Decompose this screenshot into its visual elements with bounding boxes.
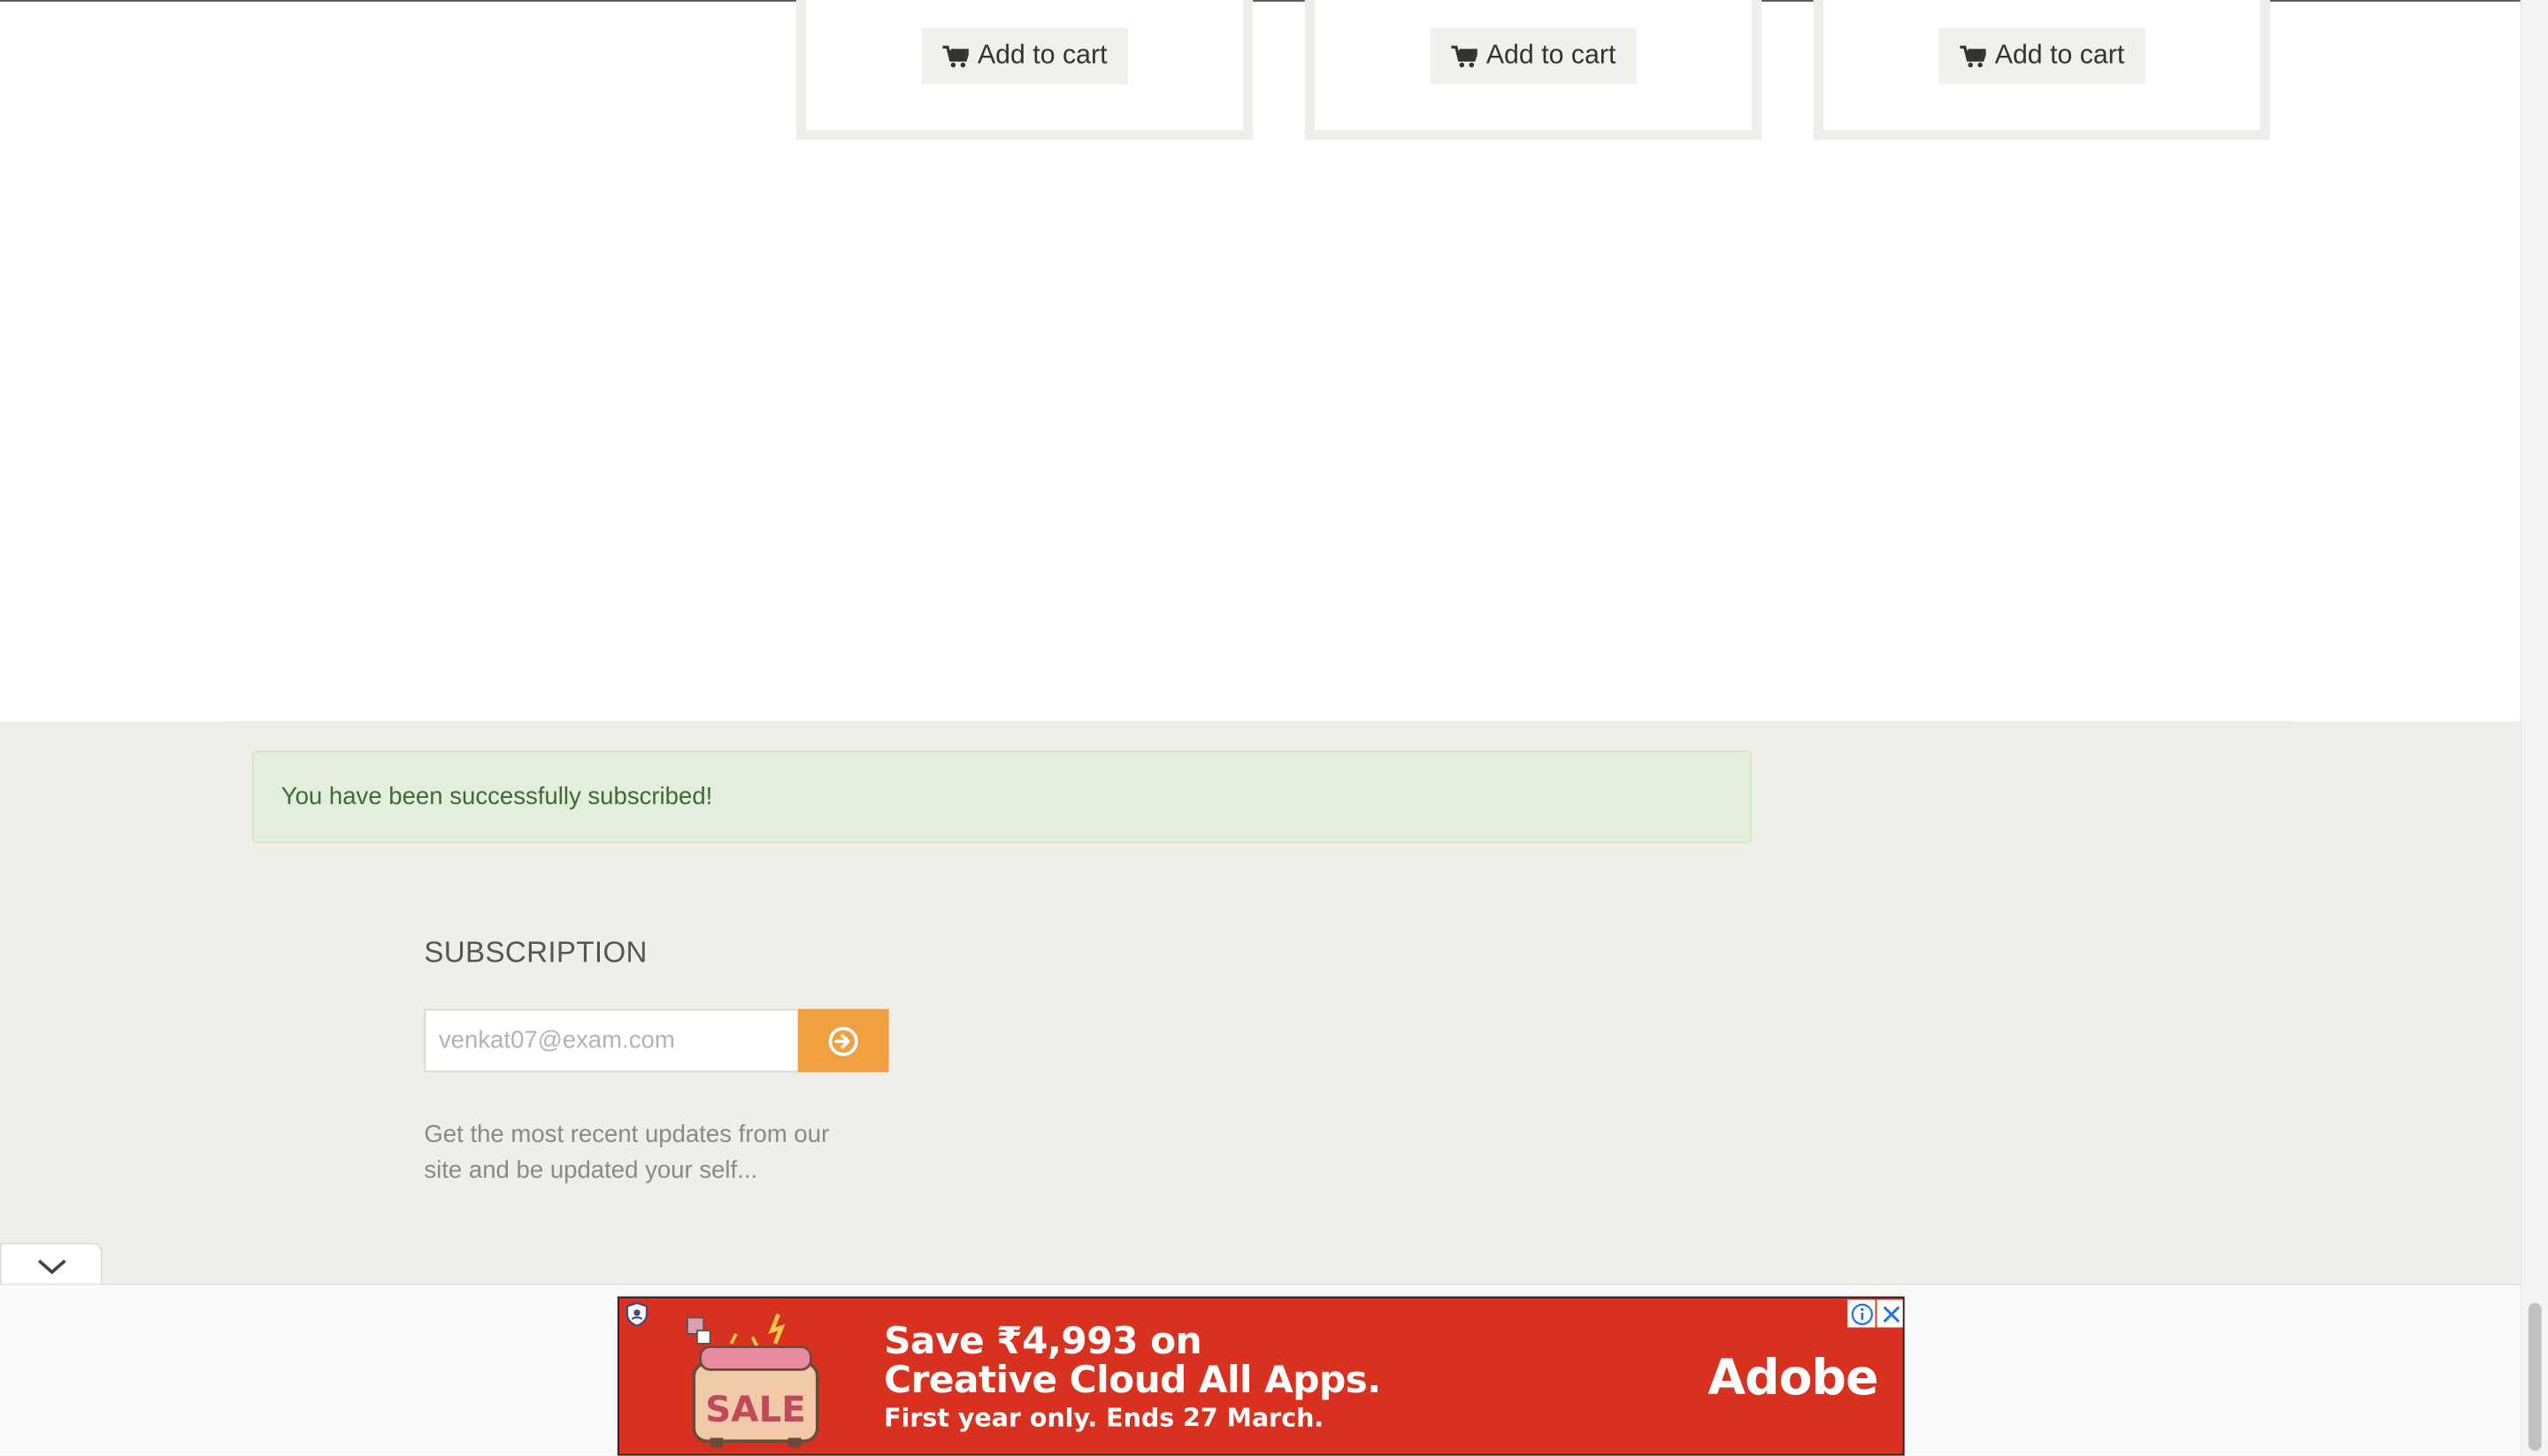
success-alert: You have been successfully subscribed! <box>251 750 1752 844</box>
cart-icon <box>1450 44 1477 67</box>
ad-info-button[interactable] <box>1847 1299 1876 1328</box>
product-card: Add to cart <box>1813 0 2270 140</box>
sale-sign-icon: SALE <box>687 1314 819 1448</box>
cart-icon <box>941 44 968 67</box>
sale-text: SALE <box>705 1388 806 1430</box>
add-to-cart-button[interactable]: Add to cart <box>920 27 1129 85</box>
close-icon <box>1882 1305 1899 1322</box>
add-to-cart-label: Add to cart <box>977 40 1108 70</box>
scrollbar[interactable] <box>2520 0 2548 1456</box>
subscription-email-input[interactable] <box>424 1008 800 1073</box>
product-card: Add to cart <box>795 0 1254 140</box>
ad-close-button[interactable] <box>1876 1299 1903 1328</box>
subscription-description: Get the most recent updates from our sit… <box>424 1121 830 1184</box>
scrollbar-thumb[interactable] <box>2528 1303 2542 1452</box>
add-to-cart-button[interactable]: Add to cart <box>1429 27 1638 85</box>
product-card: Add to cart <box>1304 0 1761 140</box>
ad-headline-line2: Creative Cloud All Apps. <box>884 1360 1381 1403</box>
chevron-down-icon <box>36 1259 65 1275</box>
ad-subline: First year only. Ends 27 March. <box>884 1403 1324 1433</box>
cart-icon <box>1959 44 1985 67</box>
page: Add to cart Add to cart Add to cart You … <box>0 0 2548 1456</box>
add-to-cart-button[interactable]: Add to cart <box>1938 27 2146 85</box>
arrow-circle-right-icon <box>828 1025 858 1055</box>
subscription-title: SUBSCRIPTION <box>424 935 648 969</box>
add-to-cart-label: Add to cart <box>1994 40 2125 70</box>
info-icon <box>1850 1302 1873 1325</box>
ad-banner[interactable]: SALE Save ₹4,993 on Creative Cloud All A… <box>617 1296 1905 1456</box>
success-alert-message: You have been successfully subscribed! <box>280 783 713 811</box>
ad-headline-line1: Save ₹4,993 on <box>884 1321 1202 1363</box>
shield-icon <box>625 1301 649 1327</box>
footer-divider <box>227 721 2295 724</box>
add-to-cart-label: Add to cart <box>1485 40 1616 70</box>
subscribe-button[interactable] <box>797 1008 889 1073</box>
ad-brand: Adobe <box>1708 1350 1878 1407</box>
